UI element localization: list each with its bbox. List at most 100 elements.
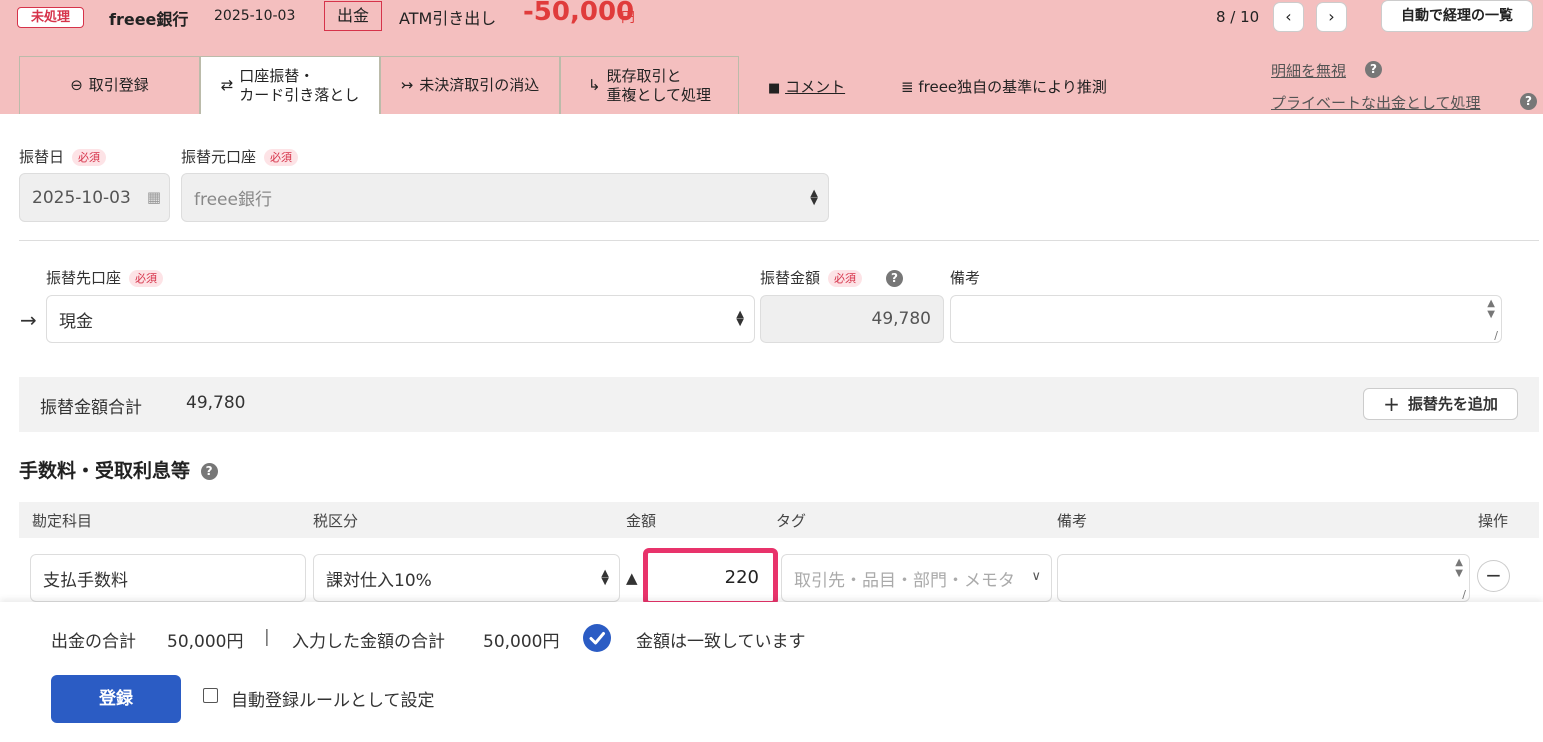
merge-icon: ↣ — [400, 76, 414, 94]
prev-button[interactable]: ‹ — [1273, 2, 1304, 32]
list-check-icon: ≣ — [901, 78, 914, 96]
transaction-amount: -50,000 — [523, 0, 635, 27]
check-circle-icon — [583, 624, 611, 652]
next-button[interactable]: › — [1316, 2, 1347, 32]
private-label: プライベートな出金として処理 — [1271, 94, 1481, 112]
column-header: 備考 — [1057, 512, 1088, 530]
status-badge: 未処理 — [17, 7, 84, 28]
dest-account-select[interactable]: 現金 ▲ ▼ — [46, 295, 755, 343]
plus-icon: + — [1383, 392, 1400, 416]
chevron-left-icon: ‹ — [1285, 7, 1292, 26]
total-label: 振替金額合計 — [40, 398, 142, 418]
comment-link[interactable]: ■ コメント — [768, 76, 845, 97]
tab-label-line1: 既存取引と — [606, 66, 682, 85]
required-badge: 必須 — [828, 270, 863, 287]
help-icon[interactable]: ? — [1365, 61, 1382, 78]
tab-register-transaction[interactable]: ⊖ 取引登録 — [19, 56, 200, 114]
fee-account-value: 支払手数料 — [43, 570, 128, 591]
label-text: 振替先口座 — [46, 269, 122, 287]
select-caret-icon: ▲ ▼ — [601, 568, 609, 587]
register-button[interactable]: 登録 — [51, 675, 181, 723]
tab-duplicate[interactable]: ↳ 既存取引と 重複として処理 — [560, 56, 739, 114]
fee-amount-input[interactable]: 220 — [643, 548, 778, 606]
transaction-header: 未処理 freee銀行 2025-10-03 出金 ATM引き出し -50,00… — [0, 0, 1543, 114]
minus-icon: − — [1485, 563, 1502, 587]
ignore-label: 明細を無視 — [1271, 62, 1347, 80]
source-account-select[interactable]: freee銀行 ▲ ▼ — [181, 173, 829, 222]
comment-link-label: コメント — [785, 78, 846, 96]
note-textarea[interactable]: ▲ ▼ ∕ — [950, 295, 1502, 343]
transfer-total-bar: 振替金額合計 49,780 + 振替先を追加 — [19, 377, 1539, 432]
match-message: 金額は一致しています — [636, 632, 806, 652]
auto-rule-checkbox[interactable] — [203, 688, 218, 703]
help-icon[interactable]: ? — [1520, 93, 1537, 110]
transfer-amount-input[interactable]: 49,780 — [760, 295, 944, 343]
tab-settle-unpaid[interactable]: ↣ 未決済取引の消込 — [380, 56, 560, 114]
add-destination-button[interactable]: + 振替先を追加 — [1363, 388, 1518, 420]
transfer-date-label: 振替日 必須 — [19, 146, 107, 167]
tab-label-line2: カード引き落とし — [239, 85, 360, 104]
transfer-amount-value: 49,780 — [871, 309, 931, 329]
inference-label: freee独自の基準により推測 — [918, 78, 1107, 96]
column-header: 金額 — [626, 512, 657, 530]
help-icon[interactable]: ? — [200, 463, 218, 480]
footer-bar: 出金の合計 50,000円 | 入力した金額の合計 50,000円 金額は一致し… — [0, 602, 1543, 742]
note-label: 備考 — [950, 269, 981, 287]
remove-row-button[interactable]: − — [1477, 560, 1510, 592]
private-expense-link[interactable]: プライベートな出金として処理 — [1271, 92, 1481, 113]
label-text: 振替元口座 — [181, 148, 257, 166]
bank-name: freee銀行 — [109, 10, 189, 29]
ignore-statement-link[interactable]: 明細を無視 — [1271, 60, 1346, 81]
tab-label: 口座振替・ カード引き落とし — [239, 67, 359, 105]
transfer-amount-label: 振替金額 必須 — [760, 267, 863, 288]
fee-tag-select[interactable]: 取引先・品目・部門・メモタ ∨ — [781, 554, 1052, 602]
tab-label-line2: 重複として処理 — [606, 85, 712, 104]
dest-account-label: 振替先口座 必須 — [46, 267, 164, 288]
required-badge: 必須 — [264, 149, 299, 166]
currency-unit: 円 — [621, 10, 635, 26]
fee-tax-select[interactable]: 課対仕入10% ▲ ▼ — [313, 554, 620, 602]
auto-rule-label[interactable]: 自動登録ルールとして設定 — [231, 686, 435, 711]
required-badge: 必須 — [72, 149, 107, 166]
minus-circle-icon: ⊖ — [70, 76, 83, 94]
column-header: タグ — [776, 512, 807, 530]
tab-label: 既存取引と 重複として処理 — [607, 67, 712, 105]
tab-label: 取引登録 — [88, 76, 149, 94]
minus-sign: ▲ — [626, 569, 638, 587]
select-caret-icon: ▲ ▼ — [810, 187, 818, 207]
transfer-date-input[interactable]: 2025-10-03 ▦ — [19, 173, 170, 222]
spinner-icon: ▲ ▼ — [1455, 557, 1463, 579]
inference-info: ≣ freee独自の基準により推測 — [901, 76, 1107, 97]
out-total-value: 50,000円 — [167, 632, 244, 652]
out-total-label: 出金の合計 — [51, 632, 136, 652]
auto-accounting-list-button[interactable]: 自動で経理の一覧 — [1381, 0, 1533, 32]
separator: | — [264, 627, 270, 647]
pager-text: 8 / 10 — [1216, 8, 1260, 26]
resize-handle-icon[interactable]: ∕ — [1462, 588, 1466, 601]
duplicate-arrow-icon: ↳ — [587, 76, 601, 94]
divider — [19, 240, 1539, 241]
transaction-description: ATM引き出し — [399, 9, 497, 28]
chevron-right-icon: › — [1328, 7, 1335, 26]
required-badge: 必須 — [129, 270, 164, 287]
spinner-icon: ▲ ▼ — [1487, 298, 1495, 320]
tag-placeholder: 取引先・品目・部門・メモタ — [794, 570, 1015, 591]
select-caret-icon: ▲ ▼ — [736, 309, 744, 328]
comment-icon: ■ — [768, 81, 781, 96]
transfer-date-value: 2025-10-03 — [32, 187, 131, 208]
fee-account-input[interactable]: 支払手数料 — [30, 554, 306, 602]
fee-note-textarea[interactable]: ▲ ▼ ∕ — [1057, 554, 1470, 602]
transaction-date: 2025-10-03 — [214, 8, 296, 24]
calendar-icon: ▦ — [146, 188, 161, 206]
column-header: 税区分 — [313, 512, 359, 530]
resize-handle-icon[interactable]: ∕ — [1494, 329, 1498, 342]
label-text: 振替金額 — [760, 269, 821, 287]
help-icon[interactable]: ? — [886, 270, 903, 287]
tab-label: 未決済取引の消込 — [419, 76, 540, 94]
fee-amount-value: 220 — [724, 566, 759, 588]
transaction-kind: 出金 — [324, 1, 382, 31]
tab-label-line1: 口座振替・ — [239, 66, 315, 85]
section-title-text: 手数料・受取利息等 — [19, 460, 191, 482]
input-total-label: 入力した金額の合計 — [292, 632, 445, 652]
tab-account-transfer[interactable]: ⇄ 口座振替・ カード引き落とし — [200, 56, 380, 114]
